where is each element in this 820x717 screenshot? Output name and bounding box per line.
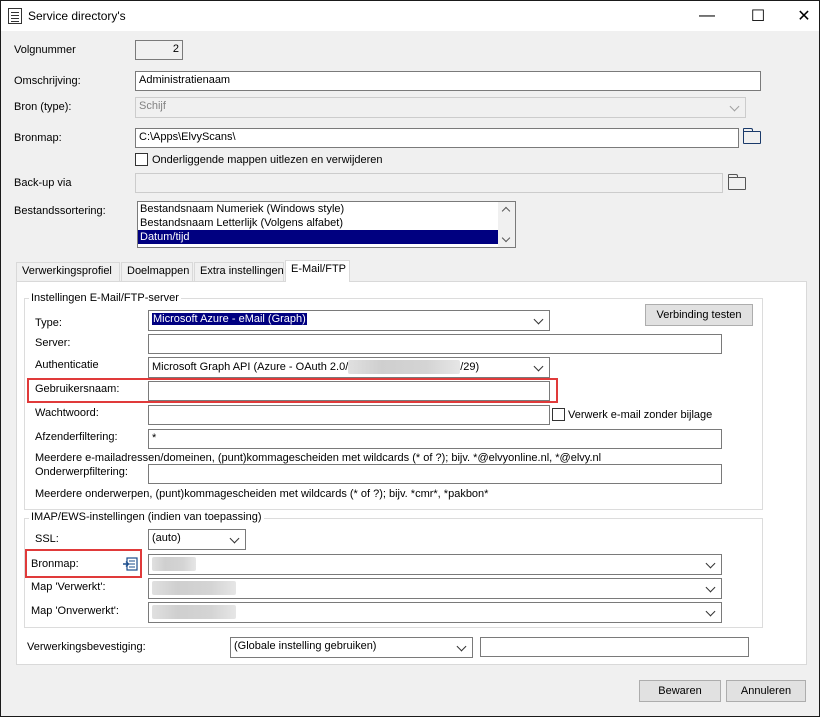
tab-extra-instellingen[interactable]: Extra instellingen — [194, 262, 284, 281]
app-icon — [8, 8, 22, 24]
sortering-label: Bestandssortering: — [14, 205, 106, 217]
dialog-window: Service directory's — ☐ ✕ Volgnummer 2 O… — [0, 0, 820, 717]
afzender-label: Afzenderfiltering: — [35, 431, 118, 443]
backup-label: Back-up via — [14, 177, 72, 189]
onderwerp-input[interactable] — [148, 464, 722, 484]
list-item[interactable]: Bestandsnaam Letterlijk (Volgens alfabet… — [138, 216, 515, 230]
bevestiging-label: Verwerkingsbevestiging: — [27, 641, 146, 653]
bronmap-label: Bronmap: — [14, 132, 62, 144]
tab-email-ftp[interactable]: E-Mail/FTP — [285, 260, 350, 282]
highlight-box — [25, 549, 142, 578]
bronmap-input[interactable]: C:\Apps\ElvyScans\ — [135, 128, 739, 148]
chevron-down-icon — [532, 358, 546, 377]
imap-group-title: IMAP/EWS-instellingen (indien van toepas… — [29, 511, 264, 523]
tab-verwerkingsprofiel[interactable]: Verwerkingsprofiel — [16, 262, 120, 281]
chevron-down-icon — [728, 98, 742, 117]
list-item[interactable]: Bestandsnaam Numeriek (Windows style) — [138, 202, 515, 216]
bevestiging-select[interactable]: (Globale instelling gebruiken) — [230, 637, 473, 658]
highlight-box — [27, 378, 558, 403]
type-value: Microsoft Azure - eMail (Graph) — [152, 313, 307, 325]
redacted-id — [348, 360, 461, 374]
afzender-hint: Meerdere e-mailadressen/domeinen, (punt)… — [35, 452, 602, 464]
onderwerp-label: Onderwerpfiltering: — [35, 466, 128, 478]
title-bar: Service directory's — ☐ ✕ — [1, 1, 819, 31]
volgnummer-field[interactable]: 2 — [135, 40, 183, 60]
authenticatie-label: Authenticatie — [35, 359, 99, 371]
verwerkt-select[interactable] — [148, 578, 722, 599]
chevron-down-icon — [704, 603, 718, 622]
omschrijving-label: Omschrijving: — [14, 75, 81, 87]
redacted-value — [152, 605, 236, 619]
bevestiging-value: (Globale instelling gebruiken) — [234, 640, 377, 652]
afzender-input[interactable]: * — [148, 429, 722, 449]
scroll-up-icon[interactable] — [501, 206, 511, 216]
onverwerkt-select[interactable] — [148, 602, 722, 623]
auth-value-suffix: /29) — [460, 360, 480, 373]
ssl-select[interactable]: (auto) — [148, 529, 246, 550]
listbox-scrollbar[interactable] — [498, 202, 515, 247]
auth-value-prefix: Microsoft Graph API (Azure - OAuth 2.0/ — [152, 360, 349, 373]
minimize-button[interactable]: — — [684, 1, 730, 31]
cancel-button[interactable]: Annuleren — [726, 680, 806, 702]
maximize-button[interactable]: ☐ — [735, 1, 781, 31]
wachtwoord-label: Wachtwoord: — [35, 407, 99, 419]
backup-folder-icon[interactable] — [728, 174, 746, 190]
type-label: Type: — [35, 317, 62, 329]
tab-panel-email-ftp: Instellingen E-Mail/FTP-server Type: Mic… — [16, 281, 807, 665]
chevron-down-icon — [532, 311, 546, 330]
chevron-down-icon — [704, 555, 718, 574]
list-item-selected[interactable]: Datum/tijd — [138, 230, 498, 244]
onverwerkt-label: Map 'Onverwerkt': — [31, 605, 119, 617]
bron-type-select[interactable]: Schijf — [135, 97, 746, 118]
redacted-value — [152, 557, 196, 571]
verwerkt-label: Map 'Verwerkt': — [31, 581, 106, 593]
window-title: Service directory's — [28, 9, 126, 23]
sortering-listbox[interactable]: Bestandsnaam Numeriek (Windows style) Be… — [137, 201, 516, 248]
server-input[interactable] — [148, 334, 722, 354]
verbinding-testen-button[interactable]: Verbinding testen — [645, 304, 753, 326]
redacted-value — [152, 581, 236, 595]
bron-type-value: Schijf — [139, 100, 166, 112]
zonder-bijlage-checkbox[interactable] — [552, 408, 565, 421]
close-button[interactable]: ✕ — [781, 1, 820, 31]
tab-doelmappen[interactable]: Doelmappen — [121, 262, 193, 281]
backup-input[interactable] — [135, 173, 723, 193]
type-select[interactable]: Microsoft Azure - eMail (Graph) — [148, 310, 550, 331]
folder-browse-icon[interactable] — [743, 128, 761, 144]
email-group-title: Instellingen E-Mail/FTP-server — [29, 292, 181, 304]
bevestiging-extra-input[interactable] — [480, 637, 749, 657]
chevron-down-icon — [228, 530, 242, 549]
omschrijving-input[interactable]: Administratienaam — [135, 71, 761, 91]
save-button[interactable]: Bewaren — [639, 680, 721, 702]
imap-bronmap-select[interactable] — [148, 554, 722, 575]
zonder-bijlage-label: Verwerk e-mail zonder bijlage — [568, 409, 713, 421]
chevron-down-icon — [704, 579, 718, 598]
volgnummer-label: Volgnummer — [14, 44, 76, 56]
scroll-down-icon[interactable] — [501, 233, 511, 243]
server-label: Server: — [35, 337, 71, 349]
bron-label: Bron (type): — [14, 101, 72, 113]
chevron-down-icon — [455, 638, 469, 657]
wachtwoord-input[interactable] — [148, 405, 550, 425]
authenticatie-select[interactable]: Microsoft Graph API (Azure - OAuth 2.0/ /… — [148, 357, 550, 378]
ssl-value: (auto) — [152, 532, 181, 544]
onderliggende-label: Onderliggende mappen uitlezen en verwijd… — [152, 154, 383, 166]
onderliggende-checkbox[interactable] — [135, 153, 148, 166]
onderwerp-hint: Meerdere onderwerpen, (punt)kommageschei… — [35, 488, 489, 500]
ssl-label: SSL: — [35, 533, 59, 545]
